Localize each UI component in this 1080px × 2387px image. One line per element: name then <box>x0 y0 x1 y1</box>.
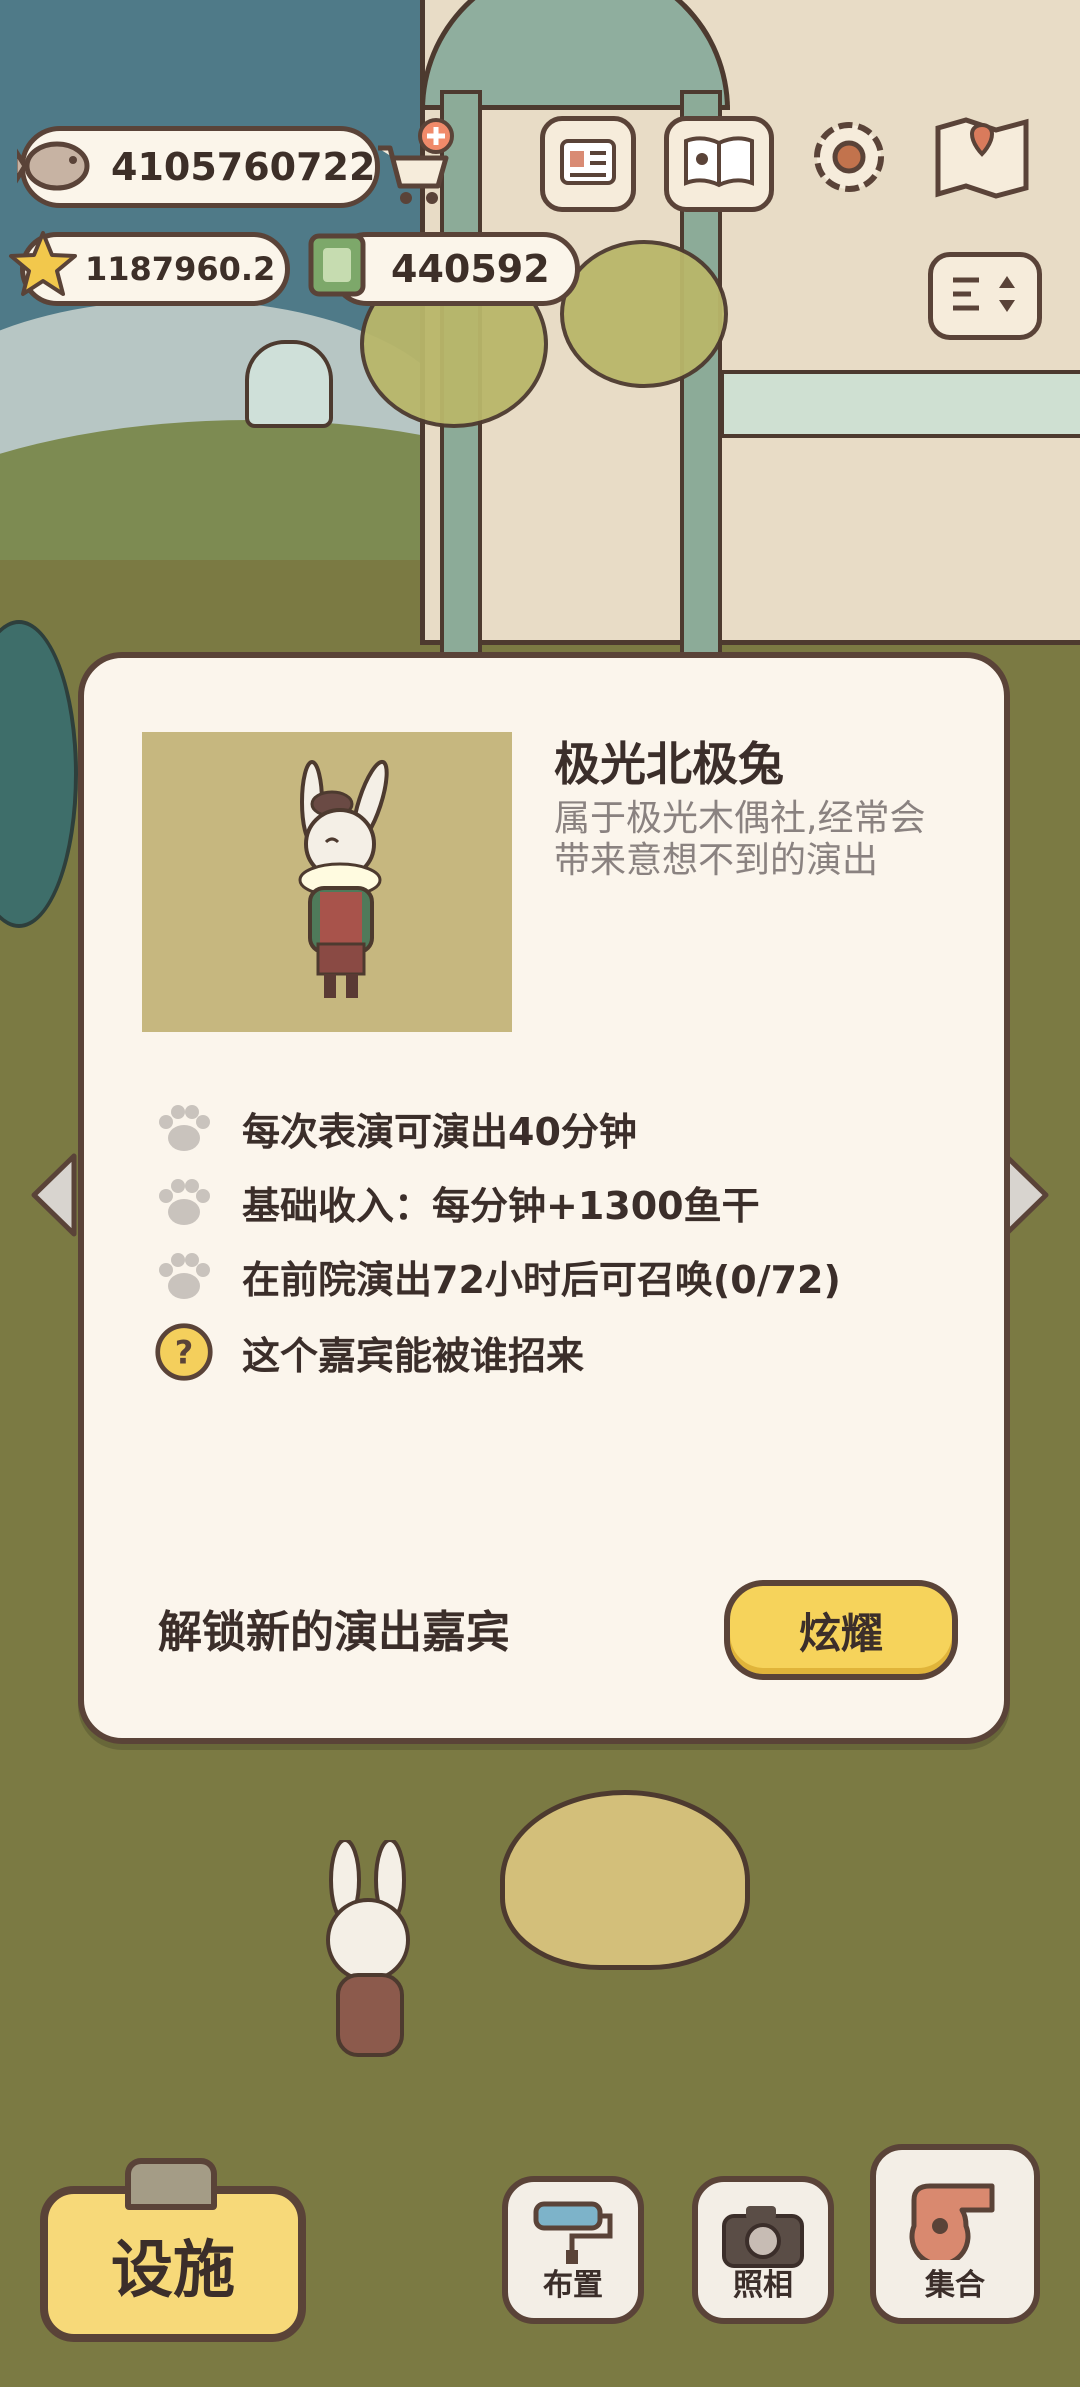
question-icon[interactable]: ? <box>154 1322 214 1382</box>
ticket-icon <box>300 224 376 304</box>
rabbit-guest-character[interactable] <box>300 1840 440 2080</box>
photo-button[interactable]: 照相 <box>692 2176 834 2324</box>
settings-button[interactable] <box>806 116 892 202</box>
ticket-currency-value: 440592 <box>391 247 550 291</box>
info-text: 基础收入：每分钟+1300鱼干 <box>242 1183 760 1228</box>
sort-toggle-button[interactable] <box>928 252 1042 340</box>
info-base-income: 基础收入：每分钟+1300鱼干 <box>154 1172 760 1232</box>
guest-info-dialog: 极光北极兔 属于极光木偶社,经常会带来意想不到的演出 每次表演可演出40分钟 基… <box>78 652 1010 1744</box>
info-text: 每次表演可演出40分钟 <box>242 1109 637 1154</box>
guest-description: 属于极光木偶社,经常会带来意想不到的演出 <box>554 798 926 881</box>
arctic-rabbit-portrait-image <box>298 759 389 998</box>
hanging-lamp <box>245 340 333 428</box>
clipboard-clip-icon <box>125 2158 217 2210</box>
cafe-table[interactable] <box>500 1790 750 1970</box>
paint-roller-icon <box>528 2196 618 2274</box>
unlock-new-guest-label: 解锁新的演出嘉宾 <box>158 1607 510 1658</box>
paw-icon <box>154 1098 214 1158</box>
settings-gear-icon <box>806 114 892 204</box>
id-card-icon <box>558 137 618 191</box>
star-currency-value: 1187960.2 <box>85 250 276 288</box>
info-text: 在前院演出72小时后可召唤(0/72) <box>242 1257 841 1302</box>
map-button[interactable] <box>932 116 1032 202</box>
building-awning <box>720 370 1080 438</box>
flower-bush <box>560 240 728 388</box>
paw-icon <box>154 1172 214 1232</box>
fish-icon <box>14 118 100 208</box>
shop-cart-add-icon[interactable] <box>372 118 456 208</box>
svg-text:?: ? <box>175 1333 193 1371</box>
info-who-can-invite[interactable]: ? 这个嘉宾能被谁招来 <box>154 1322 584 1382</box>
show-off-button[interactable]: 炫耀 <box>724 1580 958 1680</box>
paw-book-button[interactable] <box>664 116 774 212</box>
star-icon <box>8 226 78 302</box>
map-pin-icon <box>932 114 1032 204</box>
info-text: 这个嘉宾能被谁招来 <box>242 1333 585 1378</box>
previous-arrow-icon[interactable] <box>24 1150 84 1240</box>
paw-icon <box>154 1246 214 1306</box>
profile-card-button[interactable] <box>540 116 636 212</box>
guest-name: 极光北极兔 <box>554 737 784 791</box>
paw-book-icon <box>682 135 756 193</box>
info-summon-progress: 在前院演出72小时后可召唤(0/72) <box>154 1246 841 1306</box>
gather-button[interactable]: 集合 <box>870 2144 1040 2324</box>
arrange-button[interactable]: 布置 <box>502 2176 644 2324</box>
camera-icon <box>718 2200 808 2278</box>
info-performance-duration: 每次表演可演出40分钟 <box>154 1098 637 1158</box>
guest-portrait <box>142 732 512 1032</box>
whistle-icon <box>900 2170 1010 2268</box>
fish-currency-value: 4105760722 <box>111 145 376 189</box>
sort-arrows-icon <box>945 266 1025 326</box>
